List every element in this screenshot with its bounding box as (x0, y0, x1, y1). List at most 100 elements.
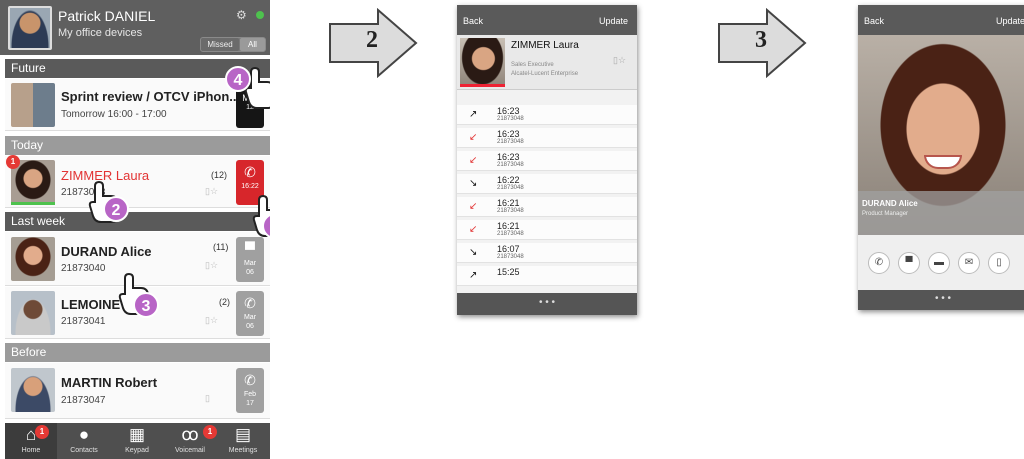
nav-meetings[interactable]: ▤ Meetings (217, 423, 269, 459)
call-count: (11) (213, 242, 229, 252)
message-button[interactable]: ▀ Mar 06 (236, 237, 264, 282)
presence-settings-icon[interactable]: ⚙ (236, 8, 247, 22)
nav-home[interactable]: ⌂ Home (5, 423, 57, 459)
chat-icon: ▀ (905, 257, 913, 268)
meeting-title: Sprint review / OTCV iPhon... (61, 89, 241, 104)
call-number: 21873048 (497, 254, 524, 260)
list-item-zimmer[interactable]: ZIMMER Laura 21873048 (12) ▯☆ ✆ 16:22 (5, 156, 270, 208)
missed-call-icon: ↙ (469, 155, 478, 166)
call-history-row[interactable]: ↙ 16:21 21873048 (457, 220, 637, 240)
phone-icon: ✆ (874, 257, 884, 268)
favorite-star-icon[interactable]: ▯☆ (205, 315, 218, 326)
device-icon: ▯ (205, 393, 210, 403)
call-number: 21873048 (497, 139, 524, 145)
arrow-label: 2 (366, 27, 378, 53)
call-time: 16:23 (497, 129, 520, 139)
user-subtitle: My office devices (58, 27, 143, 39)
call-back-button[interactable]: ✆ Mar 06 (236, 291, 264, 336)
meeting-avatars (11, 83, 55, 127)
phone-icon: ✆ (244, 164, 256, 180)
call-button[interactable]: ✆ (868, 252, 890, 274)
call-history-row[interactable]: ↙ 16:23 21873048 (457, 128, 637, 148)
call-time: 16:21 (497, 221, 520, 231)
step-badge: 3 (133, 292, 159, 318)
contact-number: 21873047 (61, 395, 106, 406)
name-overlay: DURAND Alice Product Manager (858, 191, 1024, 235)
contacts-icon: ● (78, 425, 90, 444)
call-history-row[interactable]: ↗ 16:23 21873048 (457, 105, 637, 125)
nav-home-label: Home (21, 447, 41, 454)
nav-meetings-label: Meetings (228, 447, 258, 454)
call-history-row[interactable]: ↙ 16:23 21873048 (457, 151, 637, 171)
nav-voicemail-label: Voicemail (175, 447, 205, 454)
contact-name: MARTIN Robert (61, 375, 158, 390)
contact-name: DURAND Alice (61, 244, 152, 259)
back-button[interactable]: Back (463, 16, 483, 26)
call-time: 16:07 (497, 244, 520, 254)
home-badge: 1 (35, 425, 49, 439)
incoming-call-icon: ↘ (469, 247, 478, 258)
call-number: 21873048 (497, 231, 524, 237)
call-history-row[interactable]: ↗ 15:25 (457, 266, 637, 286)
outgoing-call-icon: ↗ (469, 109, 478, 120)
top-bar: Back Update (457, 5, 637, 35)
section-today: Today (5, 136, 270, 155)
date-month: Mar (243, 260, 257, 267)
favorite-star-icon[interactable]: ▯☆ (205, 260, 218, 271)
contact-name: DURAND Alice (862, 199, 918, 208)
call-history-row[interactable]: ↙ 16:21 21873048 (457, 197, 637, 217)
date-month: Feb (243, 391, 257, 398)
top-bar: Back Update (858, 5, 1024, 35)
phone-icon: ✆ (244, 295, 256, 311)
list-item-martin[interactable]: MARTIN Robert 21873047 ▯ ✆ Feb 17 (5, 363, 270, 419)
im-button[interactable]: ▀ (898, 252, 920, 274)
page-indicator: • • • (457, 293, 637, 315)
date-day: 17 (246, 400, 254, 407)
call-count: (2) (219, 297, 230, 307)
mobile-button[interactable]: ▯ (988, 252, 1010, 274)
call-time: 15:25 (497, 267, 520, 277)
nav-keypad[interactable]: ▦ Keypad (111, 423, 163, 459)
mobile-icon: ▯ (996, 257, 1002, 268)
favorite-star-icon[interactable]: ▯☆ (205, 186, 218, 197)
favorite-star-icon[interactable]: ▯☆ (613, 55, 626, 66)
contact-card: ZIMMER Laura Sales Executive Alcatel-Luc… (457, 35, 637, 90)
back-button[interactable]: Back (864, 16, 884, 26)
calendar-icon: ▤ (234, 425, 252, 444)
update-button[interactable]: Update (996, 16, 1024, 26)
filter-all-button[interactable]: All (240, 38, 265, 51)
spacer (457, 90, 637, 105)
nav-contacts[interactable]: ● Contacts (58, 423, 110, 459)
voicemail-badge: 1 (203, 425, 217, 439)
contact-avatar (11, 291, 55, 335)
missed-call-icon: ↙ (469, 224, 478, 235)
phone-contact-detail: Back Update DURAND Alice Product Manager… (858, 5, 1024, 310)
update-button[interactable]: Update (599, 16, 628, 26)
section-last-week: Last week (5, 212, 270, 231)
section-before: Before (5, 343, 270, 362)
call-number: 21873048 (497, 116, 524, 122)
filter-missed-button[interactable]: Missed (201, 38, 239, 51)
call-time: 16:22 (497, 175, 520, 185)
phone-icon: ✆ (244, 372, 256, 388)
call-time: 16:23 (497, 106, 520, 116)
chat-icon: ▀ (245, 241, 255, 257)
keypad-icon: ▦ (128, 425, 146, 444)
contact-number: 21873040 (61, 263, 106, 274)
user-avatar (8, 6, 52, 50)
mail-icon: ✉ (964, 257, 974, 268)
call-time: 16:23 (497, 152, 520, 162)
contact-name: ZIMMER Laura (511, 40, 579, 51)
call-history-row[interactable]: ↘ 16:07 21873048 (457, 243, 637, 263)
email-button[interactable]: ✉ (958, 252, 980, 274)
missed-call-icon: ↙ (469, 132, 478, 143)
meeting-time: Tomorrow 16:00 - 17:00 (61, 109, 167, 120)
date-day: 06 (246, 323, 254, 330)
call-count: (12) (211, 170, 228, 180)
call-history-row[interactable]: ↘ 16:22 21873048 (457, 174, 637, 194)
call-time: 16:21 (497, 198, 520, 208)
call-back-button[interactable]: ✆ Feb 17 (236, 368, 264, 413)
presence-dot-icon (256, 11, 264, 19)
step-badge: 2 (103, 196, 129, 222)
sms-button[interactable]: ▬ (928, 252, 950, 274)
